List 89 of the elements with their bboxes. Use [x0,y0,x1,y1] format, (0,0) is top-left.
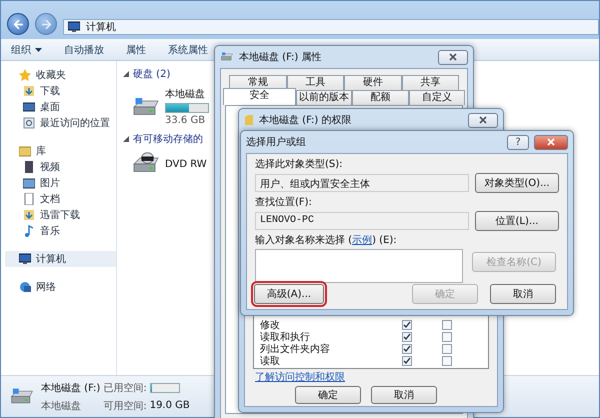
desktop-icon [23,101,35,113]
sidebar-item[interactable]: 音乐 [5,223,116,239]
forward-button[interactable] [35,13,57,35]
close-icon [449,53,457,61]
locations-button[interactable]: 位置(L)... [475,211,559,231]
dialog-title: 选择用户或组 [246,136,307,149]
sidebar-item[interactable]: 视频 [5,159,116,175]
sidebar-item[interactable]: 库 [5,143,116,159]
sidebar-item[interactable]: 收藏夹 [5,67,116,83]
collapse-icon [123,136,129,142]
permission-name: 读取和执行 [260,330,311,344]
allow-checkbox[interactable] [402,356,412,366]
address-bar[interactable]: 计算机 [63,19,599,35]
object-type-field: 用户、组或内置安全主体 [255,174,469,192]
free-space-value: 19.0 GB [150,400,190,411]
drive-name[interactable]: 本地磁盘 [165,87,209,101]
sidebar-item[interactable]: 最近访问的位置 [5,115,116,131]
sidebar-item[interactable]: 网络 [5,279,116,295]
object-names-field[interactable] [255,249,463,283]
hard-drive-icon [220,51,234,63]
back-button[interactable] [7,13,29,35]
toolbar-button[interactable]: 自动播放 [64,42,104,56]
tab[interactable]: 工具 [286,75,344,90]
doc-icon [23,193,35,205]
drive-space: 33.6 GB [165,115,206,126]
toolbar-button[interactable]: 系统属性 [168,42,208,56]
location-field: LENOVO-PC [255,212,469,230]
drive-type: 本地磁盘 [41,400,82,412]
close-icon [479,116,487,124]
tab[interactable]: 自定义 [408,90,466,105]
allow-checkbox[interactable] [402,320,412,330]
download-icon [23,85,35,97]
tab[interactable]: 硬件 [344,75,402,90]
drive-name[interactable]: DVD RW [165,158,207,170]
dialog-button[interactable]: 取消 [490,284,556,304]
dialog-button[interactable]: 取消 [371,386,437,404]
object-types-button[interactable]: 对象类型(O)... [475,173,559,193]
dialog-button[interactable]: 确定 [295,386,361,404]
tab[interactable]: 共享 [402,75,459,90]
sidebar-item[interactable]: 桌面 [5,99,116,115]
field-label: 输入对象名称来选择 (示例) (E): [255,234,398,247]
sidebar-item[interactable]: 计算机 [5,251,116,267]
tab[interactable]: 配额 [352,90,409,105]
drive-name: 本地磁盘 (F:) [41,382,100,394]
help-link[interactable]: 了解访问控制和权限 [255,372,345,383]
window-title: 本地磁盘 (F:) 属性 [239,50,323,64]
deny-checkbox[interactable] [442,320,452,330]
allow-checkbox[interactable] [402,332,412,342]
caret-icon [35,48,42,52]
section-header[interactable]: 有可移动存储的 [123,132,203,146]
deny-checkbox[interactable] [442,332,452,342]
sidebar-item[interactable]: 下载 [5,83,116,99]
field-label: 查找位置(F): [255,196,313,209]
deny-checkbox[interactable] [442,344,452,354]
star-icon [19,69,31,81]
download-icon [23,209,35,221]
folder-icon [244,114,254,126]
sidebar-item[interactable]: 文档 [5,191,116,207]
music-icon [23,225,35,237]
toolbar-button[interactable]: 组织 [11,42,42,56]
allow-checkbox[interactable] [402,344,412,354]
forward-arrow-icon [40,18,52,30]
examples-link[interactable]: 示例 [352,235,372,246]
deny-checkbox[interactable] [442,356,452,366]
collapse-icon [123,71,129,77]
close-button[interactable] [534,134,568,150]
tab[interactable]: 安全 [223,88,296,105]
permission-name: 读取 [260,354,281,368]
sidebar-item[interactable]: 图片 [5,175,116,191]
field-label: 选择此对象类型(S): [255,158,344,171]
help-button[interactable]: ? [507,134,529,150]
close-button[interactable] [438,50,468,64]
tab[interactable]: 以前的版本 [296,90,352,105]
permission-name: 列出文件夹内容 [260,342,331,356]
computer-icon [68,21,80,33]
network-icon [19,281,31,293]
computer-icon [19,253,31,265]
permission-name: 修改 [260,319,281,332]
close-button[interactable] [468,112,498,128]
dialog-button[interactable]: 高级(A)... [254,284,324,304]
section-header[interactable]: 硬盘 (2) [123,67,170,81]
toolbar-button[interactable]: 属性 [126,42,146,56]
sidebar-item[interactable]: 迅雷下载 [5,207,116,223]
breadcrumb-item[interactable]: 计算机 [86,20,116,34]
close-icon [547,138,555,146]
window-title: 本地磁盘 (F:) 的权限 [259,114,353,127]
free-space-label: 可用空间: [103,400,147,412]
back-arrow-icon [12,18,24,30]
used-space-label: 已用空间: [103,382,147,394]
